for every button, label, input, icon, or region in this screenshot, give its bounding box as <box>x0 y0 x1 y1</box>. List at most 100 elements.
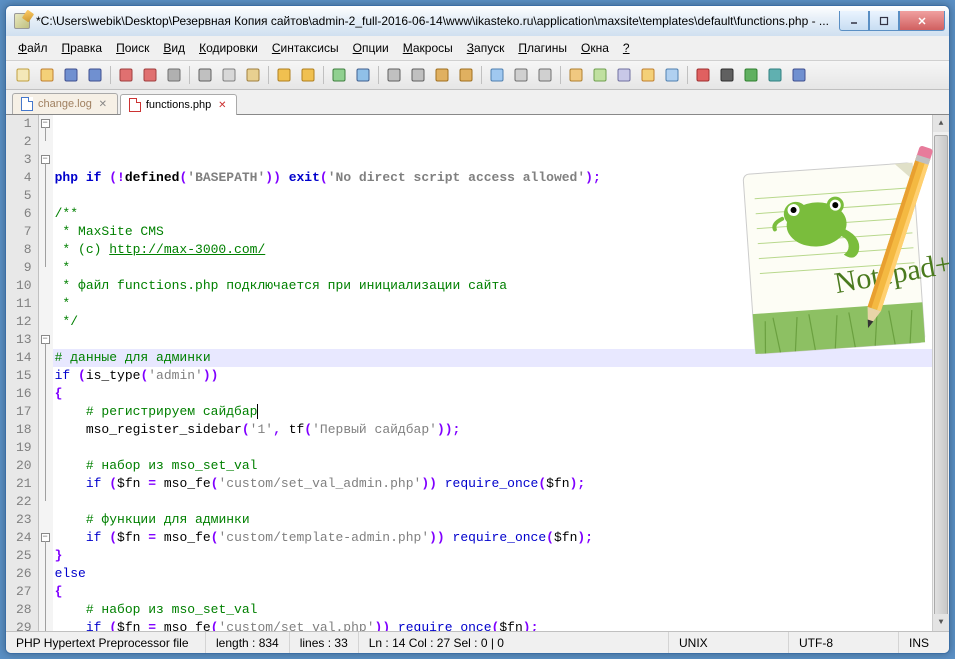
wrap-button[interactable] <box>486 64 508 86</box>
cut-button[interactable] <box>194 64 216 86</box>
func-list-icon <box>592 67 608 83</box>
folder-button[interactable] <box>637 64 659 86</box>
rec-macro-icon <box>695 67 711 83</box>
scroll-down-button[interactable]: ▼ <box>933 614 949 631</box>
line-number: 15 <box>16 367 32 385</box>
code-line: */ <box>55 313 932 331</box>
menu-плагины[interactable]: Плагины <box>512 38 573 58</box>
play-macro-icon <box>743 67 759 83</box>
code-line <box>55 331 932 349</box>
undo-button[interactable] <box>273 64 295 86</box>
code-line: if (is_type('admin')) <box>55 367 932 385</box>
vertical-scrollbar[interactable]: ▲ ▼ <box>932 115 949 631</box>
line-number: 19 <box>16 439 32 457</box>
zoom-out-button[interactable] <box>407 64 429 86</box>
maximize-button[interactable] <box>869 11 899 31</box>
save-file-icon <box>63 67 79 83</box>
line-number: 29 <box>16 619 32 631</box>
file-icon <box>129 98 141 112</box>
status-position: Ln : 14 Col : 27 Sel : 0 | 0 <box>359 632 669 653</box>
line-number: 12 <box>16 313 32 331</box>
menu-опции[interactable]: Опции <box>347 38 395 58</box>
new-file-button[interactable] <box>12 64 34 86</box>
line-number: 9 <box>16 259 32 277</box>
editor-area[interactable]: 1234567891011121314151617181920212223242… <box>6 115 949 631</box>
menu-макросы[interactable]: Макросы <box>397 38 459 58</box>
code-line <box>55 493 932 511</box>
rec-macro-button[interactable] <box>692 64 714 86</box>
open-file-button[interactable] <box>36 64 58 86</box>
doc-map-icon <box>616 67 632 83</box>
code-line: if ($fn = mso_fe('custom/set_val_admin.p… <box>55 475 932 493</box>
scroll-up-button[interactable]: ▲ <box>933 115 949 132</box>
scroll-thumb[interactable] <box>934 135 948 631</box>
code-line: * файл functions.php подключается при ин… <box>55 277 932 295</box>
all-chars-button[interactable] <box>510 64 532 86</box>
fold-gutter[interactable]: −−−− <box>39 115 53 631</box>
file-icon <box>21 97 33 111</box>
save-all-icon <box>87 67 103 83</box>
line-number: 26 <box>16 565 32 583</box>
close-file-button[interactable] <box>115 64 137 86</box>
tab-close-icon[interactable]: ✕ <box>216 99 228 111</box>
close-all-icon <box>142 67 158 83</box>
stop-macro-icon <box>719 67 735 83</box>
line-number: 20 <box>16 457 32 475</box>
monitor-button[interactable] <box>661 64 683 86</box>
menu-вид[interactable]: Вид <box>157 38 191 58</box>
sync-v-button[interactable] <box>431 64 453 86</box>
code-line: # данные для админки <box>55 349 932 367</box>
menu-поиск[interactable]: Поиск <box>110 38 155 58</box>
undo-icon <box>276 67 292 83</box>
sync-h-button[interactable] <box>455 64 477 86</box>
paste-button[interactable] <box>242 64 264 86</box>
monitor-icon <box>664 67 680 83</box>
app-window: *C:\Users\webik\Desktop\Резервная Копия … <box>5 5 950 654</box>
indent-guide-button[interactable] <box>534 64 556 86</box>
menu-синтаксисы[interactable]: Синтаксисы <box>266 38 345 58</box>
zoom-in-button[interactable] <box>383 64 405 86</box>
menu-файл[interactable]: Файл <box>12 38 54 58</box>
play-macro-button[interactable] <box>740 64 762 86</box>
menu-?[interactable]: ? <box>617 38 636 58</box>
copy-icon <box>221 67 237 83</box>
close-all-button[interactable] <box>139 64 161 86</box>
save-macro-button[interactable] <box>788 64 810 86</box>
tab-change-log[interactable]: change.log✕ <box>12 93 118 114</box>
wrap-icon <box>489 67 505 83</box>
stop-macro-button[interactable] <box>716 64 738 86</box>
menu-окна[interactable]: Окна <box>575 38 615 58</box>
code-line <box>55 439 932 457</box>
play-multi-button[interactable] <box>764 64 786 86</box>
line-number: 24 <box>16 529 32 547</box>
find-button[interactable] <box>328 64 350 86</box>
sync-h-icon <box>458 67 474 83</box>
line-number: 11 <box>16 295 32 313</box>
save-all-button[interactable] <box>84 64 106 86</box>
menu-правка[interactable]: Правка <box>56 38 109 58</box>
doc-map-button[interactable] <box>613 64 635 86</box>
code-line: { <box>55 385 932 403</box>
copy-button[interactable] <box>218 64 240 86</box>
code-area[interactable]: php if (!defined('BASEPATH')) exit('No d… <box>53 115 932 631</box>
replace-button[interactable] <box>352 64 374 86</box>
redo-icon <box>300 67 316 83</box>
lang-button[interactable] <box>565 64 587 86</box>
line-number: 14 <box>16 349 32 367</box>
menu-запуск[interactable]: Запуск <box>461 38 511 58</box>
minimize-button[interactable] <box>839 11 869 31</box>
close-button[interactable] <box>899 11 945 31</box>
sync-v-icon <box>434 67 450 83</box>
redo-button[interactable] <box>297 64 319 86</box>
save-file-button[interactable] <box>60 64 82 86</box>
menu-кодировки[interactable]: Кодировки <box>193 38 264 58</box>
line-number-gutter: 1234567891011121314151617181920212223242… <box>6 115 39 631</box>
func-list-button[interactable] <box>589 64 611 86</box>
close-file-icon <box>118 67 134 83</box>
tab-functions-php[interactable]: functions.php✕ <box>120 94 237 115</box>
app-icon <box>14 13 30 29</box>
code-line: * MaxSite CMS <box>55 223 932 241</box>
titlebar[interactable]: *C:\Users\webik\Desktop\Резервная Копия … <box>6 6 949 36</box>
tab-close-icon[interactable]: ✕ <box>97 98 109 110</box>
print-button[interactable] <box>163 64 185 86</box>
